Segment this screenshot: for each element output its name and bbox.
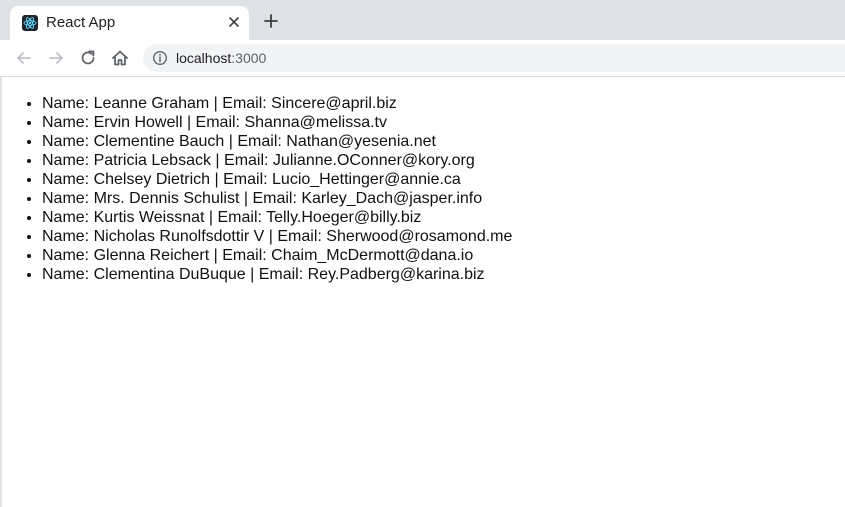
list-item: Name: Clementina DuBuque | Email: Rey.Pa… xyxy=(42,265,512,284)
user-name: Leanne Graham xyxy=(93,95,210,112)
list-item: Name: Nicholas Runolfsdottir V | Email: … xyxy=(42,227,512,246)
list-item: Name: Ervin Howell | Email: Shanna@melis… xyxy=(42,113,512,132)
react-logo-icon xyxy=(22,15,38,31)
user-name: Mrs. Dennis Schulist xyxy=(93,190,240,207)
list-item: Name: Mrs. Dennis Schulist | Email: Karl… xyxy=(42,189,512,208)
user-email: Julianne.OConner@kory.org xyxy=(272,152,475,169)
back-button[interactable] xyxy=(14,48,34,68)
url-port: :3000 xyxy=(231,50,267,66)
name-prefix: Name: xyxy=(42,171,94,188)
tab-title: React App xyxy=(46,14,116,31)
name-prefix: Name: xyxy=(42,133,94,150)
name-prefix: Name: xyxy=(42,95,94,112)
user-email: Sherwood@rosamond.me xyxy=(326,228,513,245)
browser-tabstrip: React App xyxy=(0,0,845,40)
user-name: Clementine Bauch xyxy=(93,133,225,150)
arrow-left-icon xyxy=(17,52,31,64)
separator: | xyxy=(182,114,196,131)
separator: | xyxy=(210,152,225,169)
separator: | xyxy=(209,247,223,264)
email-prefix: Email: xyxy=(258,266,308,283)
address-bar[interactable]: localhost:3000 xyxy=(143,44,845,72)
list-item: Name: Clementine Bauch | Email: Nathan@y… xyxy=(42,132,512,151)
name-prefix: Name: xyxy=(42,190,94,207)
list-item: Name: Glenna Reichert | Email: Chaim_McD… xyxy=(42,246,512,265)
user-email: Lucio_Hettinger@annie.ca xyxy=(272,171,461,188)
separator: | xyxy=(204,209,218,226)
list-item: Name: Leanne Graham | Email: Sincere@apr… xyxy=(42,94,512,113)
url-text: localhost:3000 xyxy=(176,50,266,66)
user-email: Nathan@yesenia.net xyxy=(286,133,436,150)
separator: | xyxy=(245,266,259,283)
list-item: Name: Kurtis Weissnat | Email: Telly.Hoe… xyxy=(42,208,512,227)
separator: | xyxy=(239,190,253,207)
user-name: Ervin Howell xyxy=(93,114,183,131)
list-item: Name: Patricia Lebsack | Email: Julianne… xyxy=(42,151,512,170)
name-prefix: Name: xyxy=(42,247,94,264)
user-name: Glenna Reichert xyxy=(93,247,210,264)
email-prefix: Email: xyxy=(217,209,267,226)
email-prefix: Email: xyxy=(195,114,245,131)
home-icon xyxy=(112,50,128,66)
user-email: Shanna@melissa.tv xyxy=(244,114,387,131)
reload-button[interactable] xyxy=(78,48,98,68)
name-prefix: Name: xyxy=(42,266,94,283)
reload-icon xyxy=(81,50,95,65)
page-content: Name: Leanne Graham | Email: Sincere@apr… xyxy=(0,77,845,507)
user-email: Sincere@april.biz xyxy=(271,95,397,112)
name-prefix: Name: xyxy=(42,209,94,226)
email-prefix: Email: xyxy=(237,133,287,150)
url-host: localhost xyxy=(176,50,232,66)
close-tab-icon[interactable] xyxy=(224,12,244,32)
separator: | xyxy=(210,171,224,188)
user-name: Clementina DuBuque xyxy=(93,266,246,283)
info-icon[interactable] xyxy=(152,50,168,66)
user-email: Karley_Dach@jasper.info xyxy=(301,190,483,207)
user-list: Name: Leanne Graham | Email: Sincere@apr… xyxy=(42,94,512,284)
name-prefix: Name: xyxy=(42,114,94,131)
email-prefix: Email: xyxy=(277,228,327,245)
new-tab-icon[interactable] xyxy=(262,12,280,30)
user-email: Telly.Hoeger@billy.biz xyxy=(266,209,422,226)
separator: | xyxy=(264,228,278,245)
name-prefix: Name: xyxy=(42,152,94,169)
browser-tab[interactable]: React App xyxy=(10,6,249,40)
email-prefix: Email: xyxy=(222,247,272,264)
forward-button[interactable] xyxy=(46,48,66,68)
email-prefix: Email: xyxy=(252,190,302,207)
user-name: Chelsey Dietrich xyxy=(93,171,211,188)
window-left-edge xyxy=(0,77,2,507)
email-prefix: Email: xyxy=(223,171,273,188)
arrow-right-icon xyxy=(49,52,63,64)
user-email: Rey.Padberg@karina.biz xyxy=(307,266,485,283)
user-name: Nicholas Runolfsdottir V xyxy=(93,228,265,245)
separator: | xyxy=(224,133,238,150)
name-prefix: Name: xyxy=(42,228,94,245)
list-item: Name: Chelsey Dietrich | Email: Lucio_He… xyxy=(42,170,512,189)
separator: | xyxy=(209,95,223,112)
home-button[interactable] xyxy=(110,48,130,68)
user-name: Patricia Lebsack xyxy=(93,152,211,169)
user-email: Chaim_McDermott@dana.io xyxy=(271,247,474,264)
email-prefix: Email: xyxy=(222,95,272,112)
browser-toolbar: localhost:3000 xyxy=(0,40,845,76)
user-name: Kurtis Weissnat xyxy=(93,209,205,226)
email-prefix: Email: xyxy=(224,152,273,169)
